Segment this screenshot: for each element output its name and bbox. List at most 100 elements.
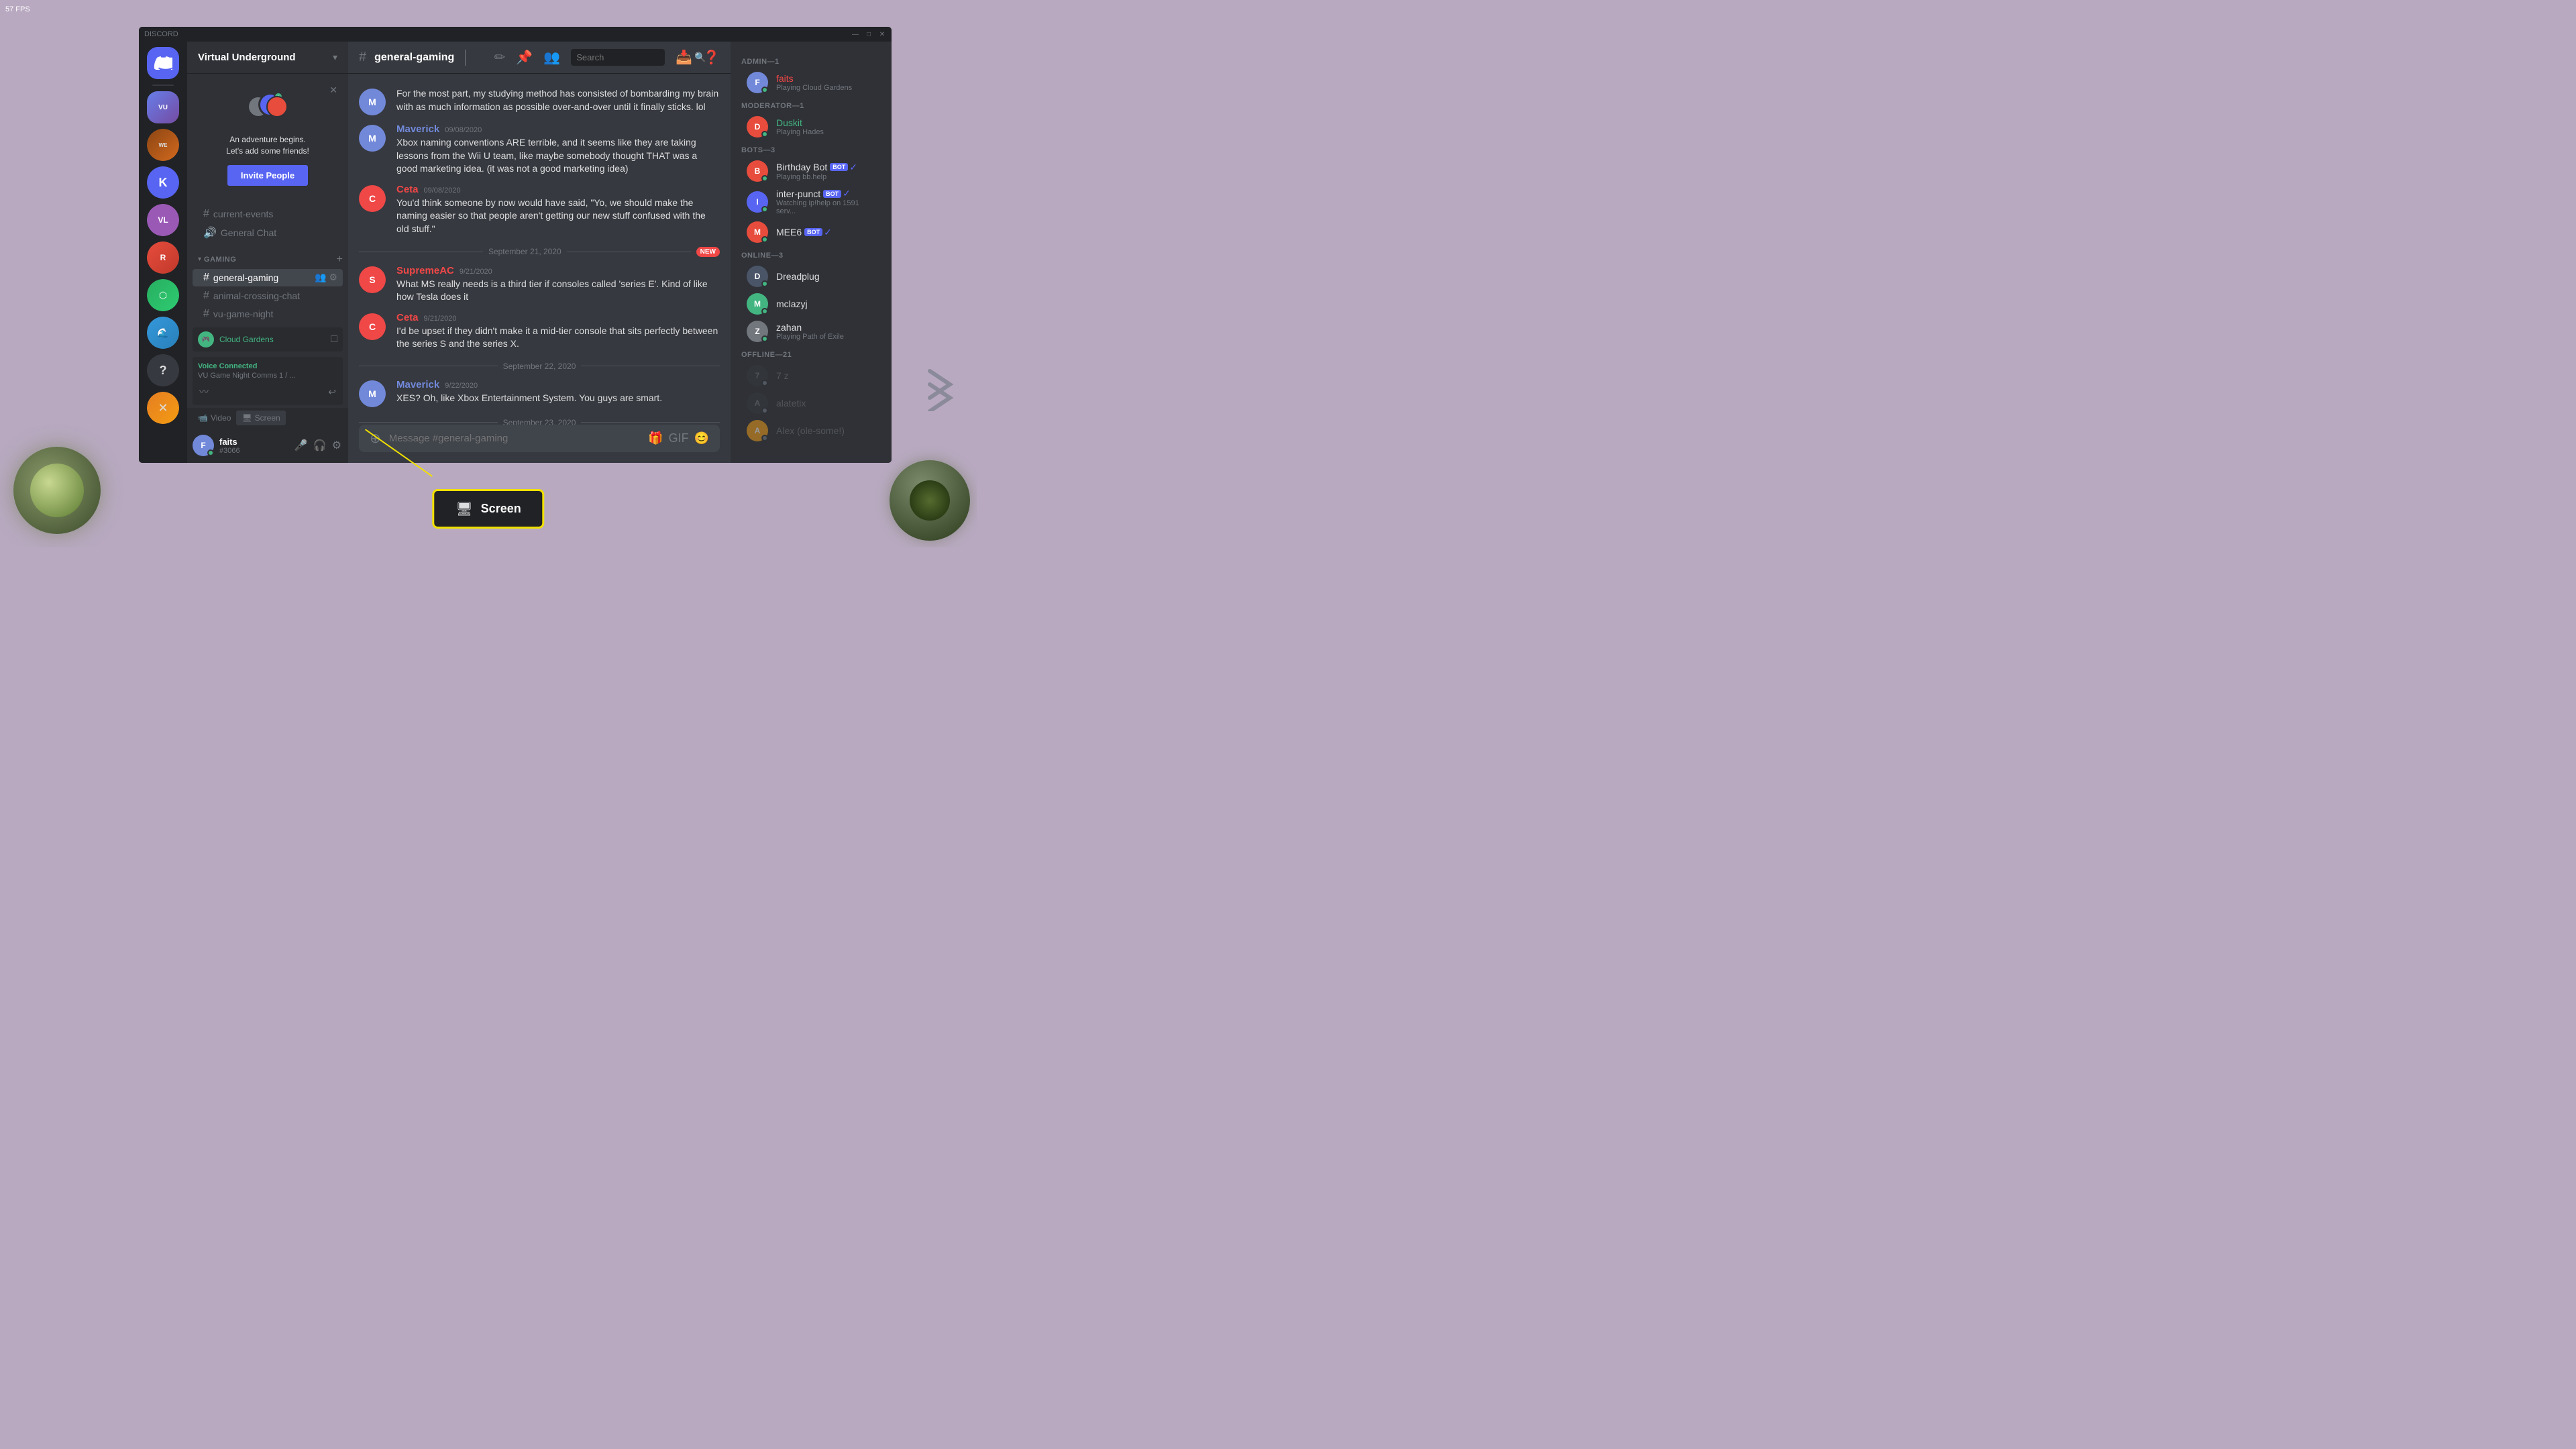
- server-icon-9[interactable]: ✕: [147, 392, 179, 424]
- member-item-7z[interactable]: 7 7 z: [736, 362, 886, 389]
- channel-general-gaming[interactable]: # general-gaming 👥 ⚙: [193, 269, 343, 286]
- user-settings-button[interactable]: ⚙: [331, 437, 343, 453]
- server-icon-5[interactable]: R: [147, 241, 179, 274]
- member-item-faits[interactable]: F faits Playing Cloud Gardens: [736, 69, 886, 96]
- server-icon-vu[interactable]: VU: [147, 91, 179, 123]
- maximize-button[interactable]: □: [865, 30, 873, 38]
- channel-category-gaming[interactable]: ▾ GAMING +: [187, 243, 348, 268]
- text-channel-icon-ac: #: [203, 290, 209, 302]
- emoji-icon[interactable]: 😊: [694, 431, 709, 445]
- category-add-icon[interactable]: +: [337, 254, 343, 266]
- member-status-dot-mclazyj: [761, 308, 768, 315]
- channel-settings-gaming: 👥 ⚙: [315, 272, 337, 283]
- server-icon-6[interactable]: ⬡: [147, 279, 179, 311]
- message-header-3: Ceta 09/08/2020: [396, 184, 720, 195]
- help-icon[interactable]: ❓: [703, 49, 720, 66]
- friend-avatar-2: [266, 96, 288, 117]
- member-item-mclazyj[interactable]: M mclazyj: [736, 290, 886, 317]
- text-channel-icon: #: [203, 208, 209, 220]
- chevron-right-icon: [923, 358, 963, 413]
- voice-actions: 〰 ↩: [198, 384, 337, 400]
- video-button[interactable]: 📹 Video: [193, 411, 236, 425]
- members-icon[interactable]: 👥: [543, 49, 560, 66]
- close-button[interactable]: ✕: [878, 30, 886, 38]
- game-activity-name: Cloud Gardens: [219, 335, 331, 344]
- date-divider-text-sep22: September 22, 2020: [503, 362, 576, 371]
- server-icon-4[interactable]: VL: [147, 204, 179, 236]
- channel-members-icon[interactable]: 👥: [315, 272, 326, 283]
- server-header[interactable]: Virtual Underground ▾: [187, 42, 348, 74]
- pin-icon[interactable]: 📌: [516, 49, 533, 66]
- friends-popup-close[interactable]: ✕: [329, 85, 337, 96]
- server-icon-3[interactable]: K: [147, 166, 179, 199]
- channel-general-chat[interactable]: 🔊 General Chat: [193, 223, 343, 242]
- message-group-1: M For the most part, my studying method …: [348, 85, 731, 118]
- channel-vu-game-night[interactable]: # vu-game-night: [193, 305, 343, 323]
- member-name-mee6: MEE6: [776, 227, 802, 237]
- server-icon-2[interactable]: WE: [147, 129, 179, 161]
- inbox-icon[interactable]: 📥: [676, 49, 692, 66]
- invite-people-button[interactable]: Invite People: [227, 165, 308, 186]
- message-input[interactable]: [386, 427, 643, 449]
- user-bar-name: faits: [219, 437, 288, 447]
- verified-icon-mee6: ✓: [824, 227, 832, 238]
- member-status-dot-faits: [761, 87, 768, 93]
- title-bar-controls: — □ ✕: [851, 30, 886, 38]
- member-avatar-zahan: Z: [747, 321, 768, 342]
- mute-button[interactable]: 🎤: [293, 437, 309, 453]
- member-status-faits: Playing Cloud Gardens: [776, 84, 852, 92]
- discord-window: DISCORD — □ ✕ VU WE: [139, 27, 892, 463]
- member-item-birthday-bot[interactable]: B Birthday Bot BOT ✓ Playing bb.help: [736, 158, 886, 184]
- message-header-2: Maverick 09/08/2020: [396, 123, 720, 135]
- messages-container: M For the most part, my studying method …: [348, 74, 731, 425]
- member-item-alatetix[interactable]: A alatetix: [736, 390, 886, 417]
- message-content-1: For the most part, my studying method ha…: [396, 87, 720, 115]
- gif-icon[interactable]: GIF: [669, 431, 689, 445]
- voice-waves-button[interactable]: 〰: [198, 384, 210, 400]
- member-item-dreadplug[interactable]: D Dreadplug: [736, 263, 886, 290]
- edit-icon[interactable]: ✏: [494, 49, 506, 66]
- msg-avatar-3: C: [359, 185, 386, 212]
- game-activity-settings-icon[interactable]: □: [331, 333, 337, 345]
- message-header-4: SupremeAC 9/21/2020: [396, 265, 720, 276]
- member-info-mclazyj: mclazyj: [776, 299, 808, 309]
- msg-avatar-2: M: [359, 125, 386, 152]
- member-item-inter-punct[interactable]: I inter-punct BOT ✓ Watching ip!help on …: [736, 185, 886, 218]
- member-avatar-7z: 7: [747, 365, 768, 386]
- channel-animal-crossing[interactable]: # animal-crossing-chat: [193, 287, 343, 305]
- channel-current-events[interactable]: # current-events: [193, 205, 343, 223]
- member-name-zahan: zahan: [776, 322, 844, 333]
- member-item-duskit[interactable]: D Duskit Playing Hades: [736, 113, 886, 140]
- discord-home-icon[interactable]: [147, 47, 179, 79]
- member-item-zahan[interactable]: Z zahan Playing Path of Exile: [736, 318, 886, 345]
- member-status-inter-punct: Watching ip!help on 1591 serv...: [776, 199, 875, 215]
- member-category-offline: OFFLINE—21: [731, 345, 892, 362]
- member-info-faits: faits Playing Cloud Gardens: [776, 73, 852, 92]
- member-item-alex[interactable]: A Alex (ole-some!): [736, 417, 886, 444]
- member-name-birthday-bot: Birthday Bot: [776, 162, 827, 172]
- member-name-7z: 7 z: [776, 370, 789, 381]
- message-timestamp-4: 9/21/2020: [460, 268, 492, 276]
- screen-button-sidebar[interactable]: 🖥 Screen: [236, 411, 285, 425]
- minimize-button[interactable]: —: [851, 30, 859, 38]
- deafen-button[interactable]: 🎧: [312, 437, 328, 453]
- category-label-gaming: GAMING: [204, 256, 337, 264]
- screen-sidebar-label: Screen: [255, 413, 280, 423]
- server-icon-7[interactable]: 🌊: [147, 317, 179, 349]
- gift-icon[interactable]: 🎁: [648, 431, 663, 445]
- member-item-mee6[interactable]: M MEE6 BOT ✓: [736, 219, 886, 246]
- member-status-dot-dreadplug: [761, 280, 768, 287]
- message-add-icon[interactable]: ⊕: [364, 425, 386, 452]
- member-avatar-birthday-bot: B: [747, 160, 768, 182]
- screen-button-highlight[interactable]: 🖥 Screen: [432, 489, 544, 529]
- date-divider-text-sep23: September 23, 2020: [503, 418, 576, 425]
- server-icon-8[interactable]: ?: [147, 354, 179, 386]
- msg-avatar-4: S: [359, 266, 386, 293]
- member-avatar-mee6: M: [747, 221, 768, 243]
- member-avatar-mclazyj: M: [747, 293, 768, 315]
- member-info-birthday-bot: Birthday Bot BOT ✓ Playing bb.help: [776, 162, 857, 181]
- member-name-duskit: Duskit: [776, 117, 824, 128]
- voice-disconnect-button[interactable]: ↩: [327, 384, 337, 400]
- channel-vu-game-night-voice[interactable]: 🔊 VU Game Night Co... 👥 ⚙: [193, 323, 343, 325]
- channel-gear-icon[interactable]: ⚙: [329, 272, 337, 283]
